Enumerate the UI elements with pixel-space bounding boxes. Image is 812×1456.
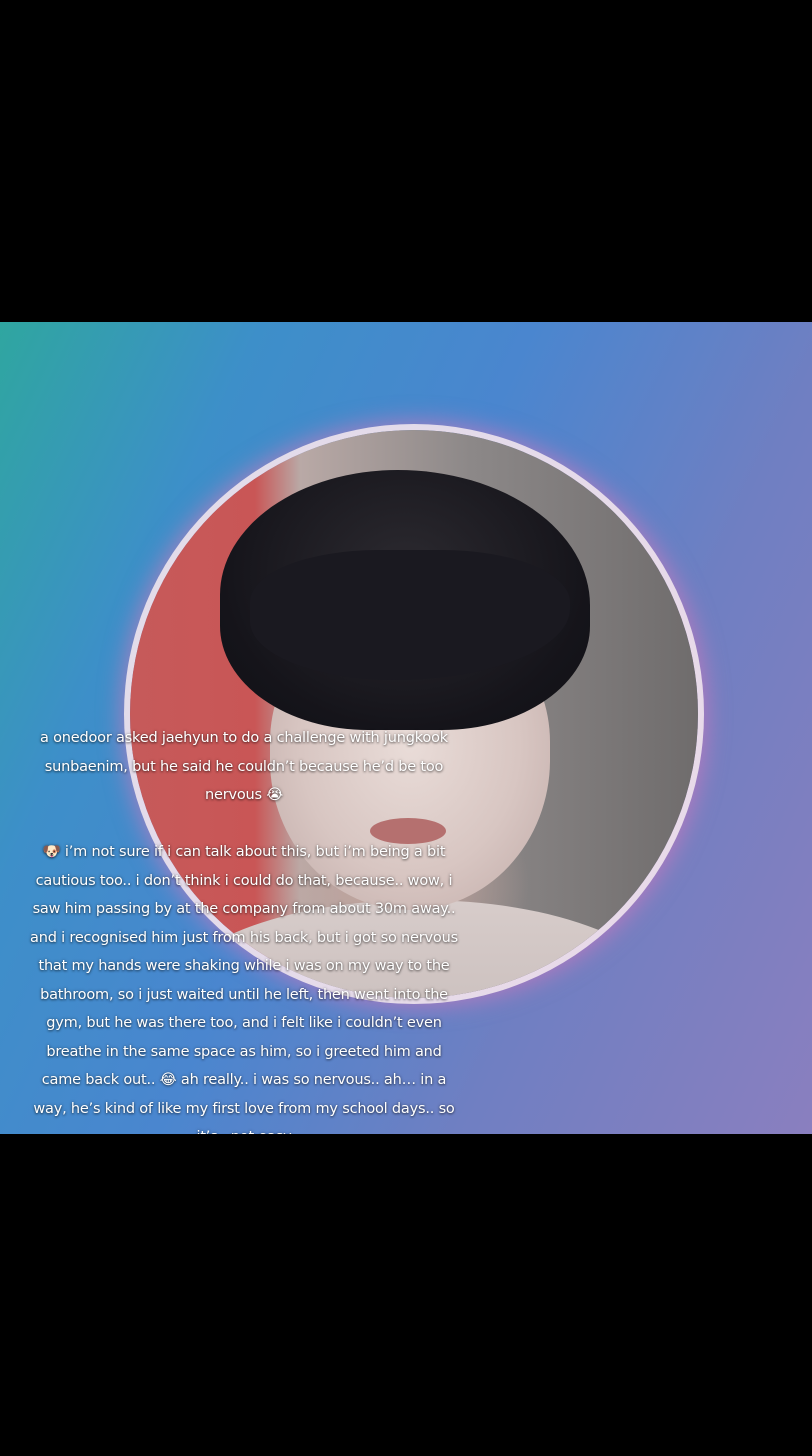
caption-quote: 🐶 i’m not sure if i can talk about this,… xyxy=(30,844,458,1134)
video-screen: a onedoor asked jaehyun to do a challeng… xyxy=(0,0,812,1456)
caption-overlay: a onedoor asked jaehyun to do a challeng… xyxy=(28,724,460,1134)
caption-intro: a onedoor asked jaehyun to do a challeng… xyxy=(40,730,448,803)
video-frame[interactable]: a onedoor asked jaehyun to do a challeng… xyxy=(0,322,812,1134)
